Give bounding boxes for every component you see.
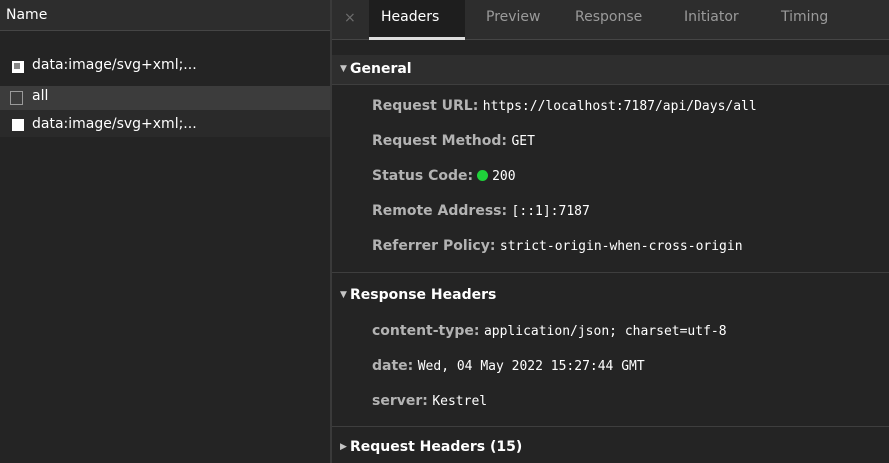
header-row-server: server: Kestrel	[372, 393, 487, 409]
header-row-date: date: Wed, 04 May 2022 15:27:44 GMT	[372, 358, 645, 374]
header-row-referrer-policy: Referrer Policy: strict-origin-when-cros…	[372, 238, 743, 254]
details-tabbar: × Headers Preview Response Initiator Tim…	[332, 0, 889, 40]
header-row-request-method: Request Method: GET	[372, 133, 535, 149]
request-headers-section-header[interactable]: ▶ Request Headers (15)	[332, 433, 889, 463]
devtools-network-panel: Name data:image/svg+xml;... all data:ima…	[0, 0, 889, 463]
header-value[interactable]: GET	[511, 134, 534, 149]
request-list: Name data:image/svg+xml;... all data:ima…	[0, 0, 331, 463]
tab-headers[interactable]: Headers	[381, 9, 439, 25]
tab-timing[interactable]: Timing	[781, 9, 828, 25]
svg-file-icon	[12, 61, 24, 73]
white-file-icon	[12, 119, 24, 131]
request-name: all	[32, 88, 49, 104]
triangle-down-icon: ▼	[340, 290, 347, 300]
section-divider	[332, 272, 889, 273]
active-tab-underline	[369, 37, 465, 40]
tab-preview[interactable]: Preview	[486, 9, 541, 25]
section-title: General	[350, 61, 412, 77]
tab-initiator[interactable]: Initiator	[684, 9, 739, 25]
section-title: Response Headers	[350, 287, 497, 303]
close-icon[interactable]: ×	[344, 10, 356, 26]
header-key: Request URL:	[372, 98, 479, 114]
request-details: × Headers Preview Response Initiator Tim…	[332, 0, 889, 463]
header-row-remote-address: Remote Address: [::1]:7187	[372, 203, 590, 219]
header-value[interactable]: Wed, 04 May 2022 15:27:44 GMT	[418, 359, 645, 374]
header-value[interactable]: Kestrel	[432, 394, 487, 409]
request-name: data:image/svg+xml;...	[32, 57, 197, 73]
general-section-header[interactable]: ▼ General	[332, 55, 889, 85]
header-value[interactable]: application/json; charset=utf-8	[484, 324, 727, 339]
header-value[interactable]: https://localhost:7187/api/Days/all	[483, 99, 757, 114]
header-value[interactable]: [::1]:7187	[512, 204, 590, 219]
status-ok-icon	[477, 170, 489, 181]
empty-file-icon	[10, 91, 23, 105]
header-key: Request Method:	[372, 133, 507, 149]
header-row-content-type: content-type: application/json; charset=…	[372, 323, 727, 339]
header-key: content-type:	[372, 323, 480, 339]
request-list-header[interactable]: Name	[0, 0, 331, 31]
header-key: date:	[372, 358, 414, 374]
header-row-request-url: Request URL: https://localhost:7187/api/…	[372, 98, 757, 114]
section-title: Request Headers (15)	[350, 439, 523, 455]
header-value[interactable]: strict-origin-when-cross-origin	[500, 239, 743, 254]
request-row[interactable]: data:image/svg+xml;...	[0, 112, 331, 137]
header-key: Remote Address:	[372, 203, 508, 219]
header-key: server:	[372, 393, 428, 409]
header-row-status-code: Status Code: 200	[372, 168, 516, 184]
name-column-header[interactable]: Name	[6, 7, 47, 23]
triangle-right-icon: ▶	[340, 442, 347, 452]
header-value[interactable]: 200	[492, 169, 515, 184]
header-key: Status Code:	[372, 168, 474, 184]
triangle-down-icon: ▼	[340, 64, 347, 74]
tab-response[interactable]: Response	[575, 9, 642, 25]
response-headers-section-header[interactable]: ▼ Response Headers	[332, 281, 889, 311]
header-key: Referrer Policy:	[372, 238, 496, 254]
request-row-selected[interactable]: all	[0, 86, 331, 110]
section-divider	[332, 426, 889, 427]
request-row[interactable]: data:image/svg+xml;...	[0, 55, 331, 79]
request-name: data:image/svg+xml;...	[32, 116, 197, 132]
